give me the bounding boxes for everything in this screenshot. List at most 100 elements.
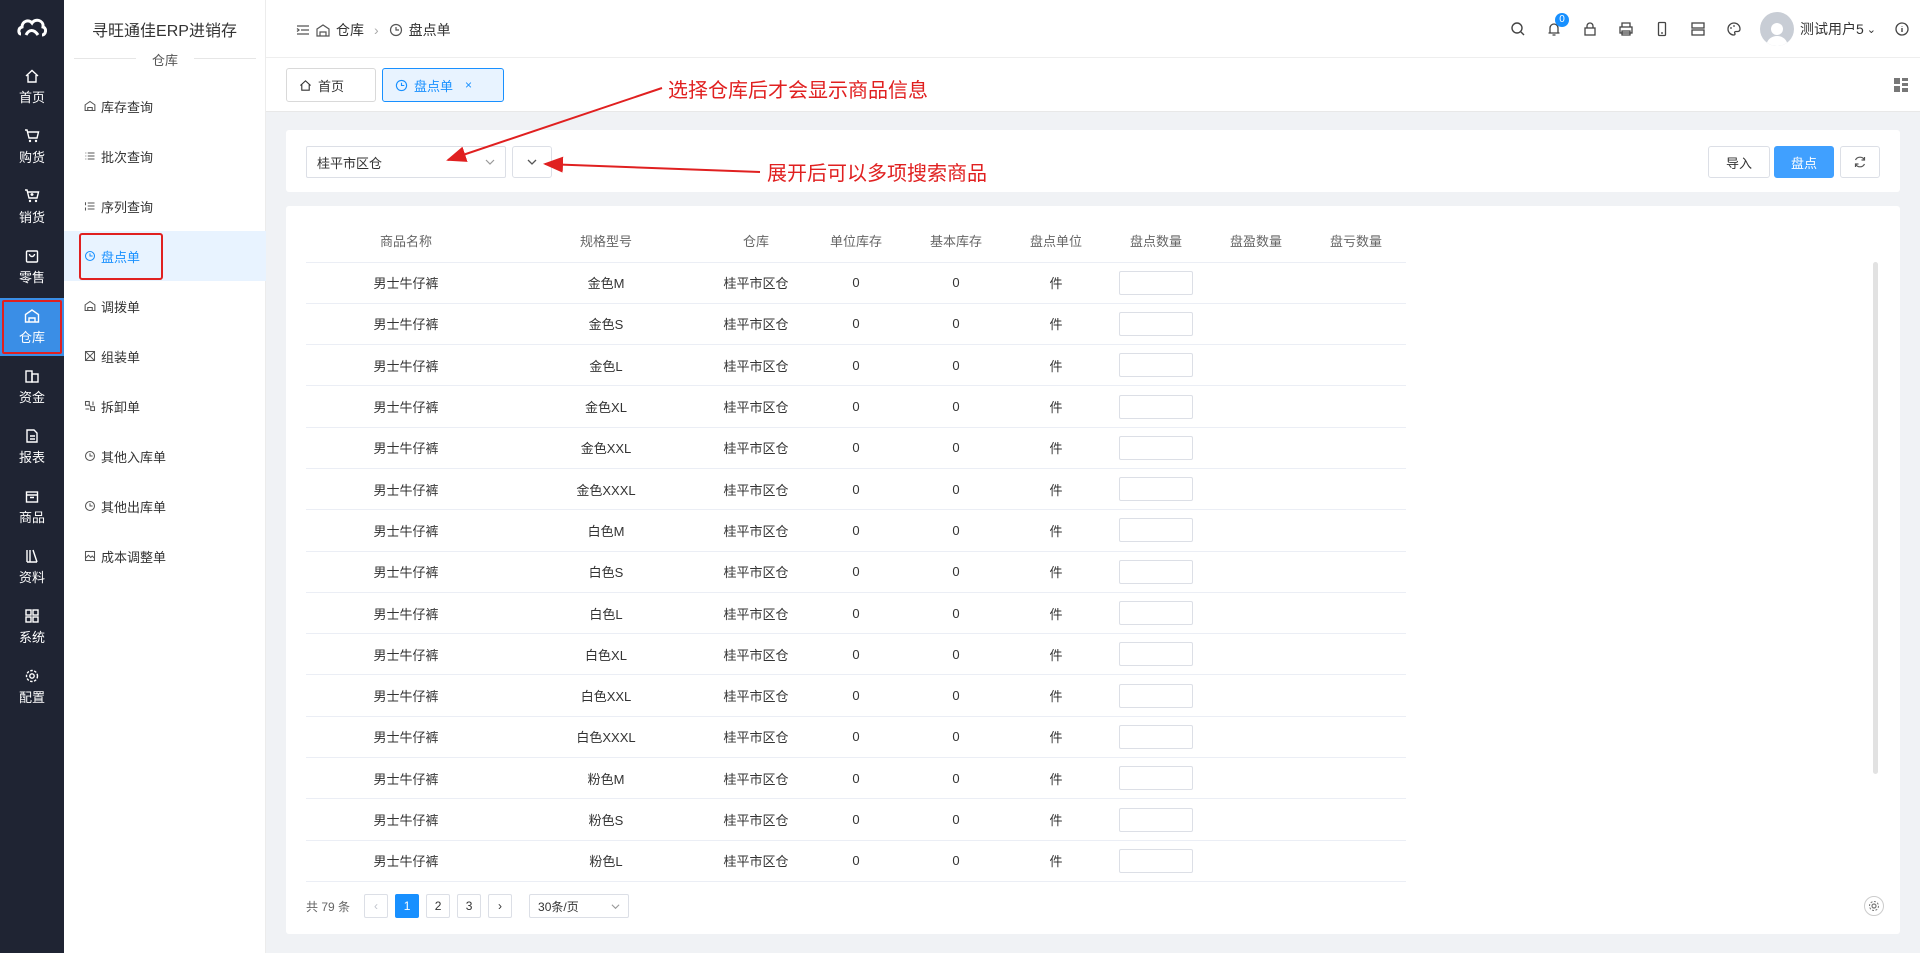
check-quantity-input[interactable] <box>1119 642 1193 667</box>
user-menu[interactable]: 测试用户5 ⌄ <box>1752 0 1884 58</box>
breadcrumb: 仓库 › 盘点单 <box>296 20 451 40</box>
theme-button[interactable] <box>1716 0 1752 58</box>
check-quantity-input[interactable] <box>1119 311 1193 336</box>
rail-item-6[interactable]: 报表 <box>0 418 64 476</box>
submenu-item-2[interactable]: 序列查询 <box>64 181 266 231</box>
breadcrumb-parent[interactable]: 仓库 <box>336 20 364 40</box>
submenu-item-6[interactable]: 拆卸单 <box>64 381 266 431</box>
table-cell: 粉色M <box>506 757 706 799</box>
box-icon <box>25 491 39 503</box>
table-row: 男士牛仔裤 粉色L 桂平市区仓 0 0 件 <box>306 839 1406 882</box>
check-quantity-input[interactable] <box>1119 518 1193 543</box>
check-quantity-input[interactable] <box>1119 477 1193 502</box>
check-quantity-input[interactable] <box>1119 807 1193 832</box>
table-cell <box>1106 261 1206 304</box>
table-cell: 0 <box>806 467 906 510</box>
refresh-button[interactable] <box>1840 146 1880 178</box>
table-cell: 男士牛仔裤 <box>306 302 506 345</box>
tab-inventory-check[interactable]: 盘点单 × <box>382 68 504 102</box>
page-button-1[interactable]: 1 <box>395 894 420 918</box>
table-cell <box>1306 633 1406 675</box>
rail-item-0[interactable]: 首页 <box>0 58 64 116</box>
rail-item-2[interactable]: 销货 <box>0 178 64 236</box>
breadcrumb-current: 盘点单 <box>408 22 451 38</box>
user-name: 测试用户5 <box>1799 21 1864 37</box>
notification-button[interactable]: 0 <box>1536 0 1572 58</box>
table-cell: 0 <box>906 715 1006 758</box>
submenu-item-1[interactable]: 批次查询 <box>64 131 266 181</box>
page-button-2[interactable]: 2 <box>426 894 451 918</box>
rail-item-label: 商品 <box>18 510 45 525</box>
search-button[interactable] <box>1500 0 1536 58</box>
mobile-button[interactable] <box>1644 0 1680 58</box>
grid-view-icon[interactable] <box>1892 76 1910 94</box>
table-cell: 件 <box>1006 261 1106 304</box>
close-icon[interactable]: × <box>465 78 472 92</box>
table-row: 男士牛仔裤 白色XL 桂平市区仓 0 0 件 <box>306 633 1406 675</box>
next-page-button[interactable]: › <box>488 894 513 918</box>
table-cell: 男士牛仔裤 <box>306 715 506 758</box>
submenu-item-3[interactable]: 盘点单 <box>64 231 266 281</box>
check-quantity-input[interactable] <box>1119 559 1193 584</box>
ordered-list-icon <box>84 202 95 211</box>
import-button[interactable]: 导入 <box>1708 146 1770 178</box>
menu-fold-icon[interactable] <box>296 23 310 37</box>
rail-item-3[interactable]: 零售 <box>0 238 64 296</box>
page-button-3[interactable]: 3 <box>457 894 482 918</box>
prev-page-button[interactable]: ‹ <box>364 894 389 918</box>
rail-item-5[interactable]: 资金 <box>0 358 64 416</box>
expand-search-button[interactable] <box>512 146 552 178</box>
table-settings-button[interactable] <box>1864 896 1884 916</box>
rail-item-1[interactable]: 购货 <box>0 118 64 176</box>
mobile-icon <box>1657 21 1667 37</box>
table-cell: 0 <box>806 591 906 634</box>
page-size-select[interactable]: 30条/页 <box>529 894 630 918</box>
print-button[interactable] <box>1608 0 1644 58</box>
table-cell <box>1106 467 1206 510</box>
check-quantity-input[interactable] <box>1119 683 1193 708</box>
info-button[interactable] <box>1884 0 1920 58</box>
table-scrollbar[interactable] <box>1873 262 1878 774</box>
table-cell: 男士牛仔裤 <box>306 385 506 428</box>
check-quantity-input[interactable] <box>1119 601 1193 626</box>
submenu-item-8[interactable]: 其他出库单 <box>64 481 266 531</box>
check-button[interactable]: 盘点 <box>1774 146 1834 178</box>
table-cell <box>1206 550 1306 593</box>
check-quantity-input[interactable] <box>1119 394 1193 419</box>
submenu-item-0[interactable]: 库存查询 <box>64 81 266 131</box>
check-quantity-input[interactable] <box>1119 353 1193 378</box>
table-row: 男士牛仔裤 白色XXXL 桂平市区仓 0 0 件 <box>306 715 1406 758</box>
table-cell: 粉色S <box>506 798 706 841</box>
rail-item-8[interactable]: 资料 <box>0 538 64 596</box>
lock-button[interactable] <box>1572 0 1608 58</box>
rail-item-label: 仓库 <box>18 330 45 345</box>
table-cell <box>1106 633 1206 675</box>
rail-item-9[interactable]: 系统 <box>0 598 64 656</box>
check-quantity-input[interactable] <box>1119 848 1193 873</box>
check-quantity-input[interactable] <box>1119 724 1193 749</box>
rail-item-7[interactable]: 商品 <box>0 478 64 536</box>
rail-item-label: 购货 <box>18 150 45 165</box>
submenu-item-7[interactable]: 其他入库单 <box>64 431 266 481</box>
layout-button[interactable] <box>1680 0 1716 58</box>
table-cell: 桂平市区仓 <box>706 509 806 552</box>
table-cell: 0 <box>906 633 1006 675</box>
tab-home[interactable]: 首页 <box>286 68 376 102</box>
submenu-item-4[interactable]: 调拨单 <box>64 281 266 331</box>
check-quantity-input[interactable] <box>1119 270 1193 295</box>
table-cell: 桂平市区仓 <box>706 633 806 675</box>
gear-icon <box>25 669 39 683</box>
rail-item-label: 系统 <box>18 630 45 645</box>
submenu-item-9[interactable]: 成本调整单 <box>64 531 266 581</box>
table-cell <box>1306 715 1406 758</box>
submenu-item-5[interactable]: 组装单 <box>64 331 266 381</box>
check-quantity-input[interactable] <box>1119 766 1193 791</box>
table-cell: 件 <box>1006 839 1106 882</box>
table-cell <box>1206 302 1306 345</box>
warehouse-select[interactable]: 桂平市区仓 <box>306 146 506 178</box>
submenu-item-label: 其他入库单 <box>101 449 167 465</box>
rail-item-10[interactable]: 配置 <box>0 658 64 716</box>
rail-item-4[interactable]: 仓库 <box>0 298 64 356</box>
table-cell <box>1206 467 1306 510</box>
check-quantity-input[interactable] <box>1119 435 1193 460</box>
